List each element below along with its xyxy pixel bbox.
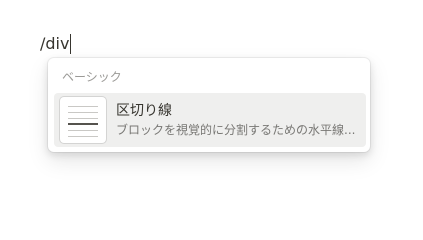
menu-item-texts: 区切り線 ブロックを視覚的に分割するための水平線...: [116, 102, 360, 138]
editor-line[interactable]: /div: [40, 33, 72, 55]
menu-item-description: ブロックを視覚的に分割するための水平線...: [116, 123, 356, 137]
slash-command-menu: ベーシック 区切り線 ブロックを視覚的に分割するための水平線...: [48, 58, 370, 152]
section-label-basic: ベーシック: [62, 70, 122, 84]
text-caret: [70, 34, 72, 54]
menu-item-title: 区切り線: [116, 103, 172, 119]
menu-item-divider[interactable]: 区切り線 ブロックを視覚的に分割するための水平線...: [54, 93, 366, 147]
slash-command-text: /div: [40, 34, 70, 53]
divider-preview-icon: [60, 97, 106, 143]
